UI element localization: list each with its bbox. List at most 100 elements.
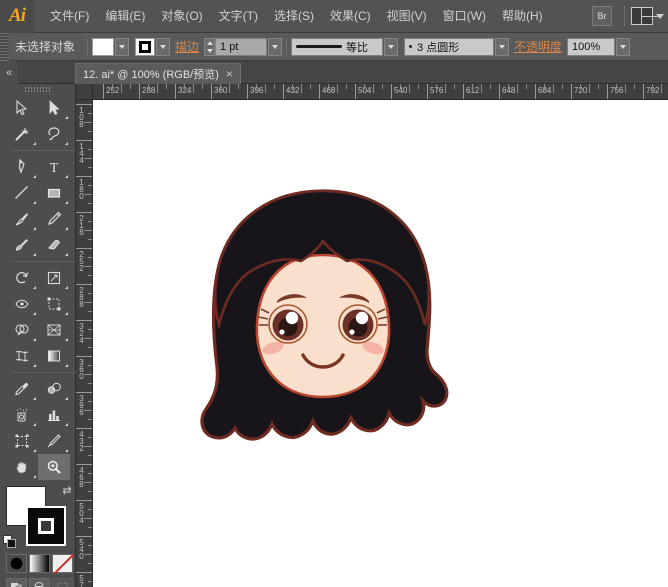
zoom-tool[interactable] xyxy=(38,454,70,480)
menu-effect[interactable]: 效果(C) xyxy=(322,5,379,27)
menu-type[interactable]: 文字(T) xyxy=(211,5,266,27)
blob-brush-tool[interactable] xyxy=(6,232,38,258)
pen-tool[interactable] xyxy=(6,154,38,180)
fill-dropdown-button[interactable] xyxy=(115,38,129,56)
document-tab[interactable]: 12. ai* @ 100% (RGB/预览) × xyxy=(75,63,241,84)
gradient-tool[interactable] xyxy=(38,343,70,369)
rectangle-tool[interactable] xyxy=(38,180,70,206)
right-eye-highlight-small xyxy=(349,329,354,334)
toolbox-grip[interactable] xyxy=(0,84,75,95)
ruler-minor-tick xyxy=(310,84,311,89)
type-tool[interactable]: T xyxy=(38,154,70,180)
cartoon-girl-face-svg xyxy=(173,185,473,455)
stroke-profile-control[interactable]: 等比 xyxy=(291,38,398,56)
rotate-tool[interactable] xyxy=(6,265,38,291)
line-segment-tool[interactable] xyxy=(6,180,38,206)
brush-definition-field[interactable]: 3 点圆形 xyxy=(404,38,494,56)
drawing-mode-buttons xyxy=(0,578,75,587)
menu-window[interactable]: 窗口(W) xyxy=(435,5,494,27)
horizontal-ruler[interactable]: 2522883243603964324685045405766126486847… xyxy=(93,84,668,100)
blend-tool[interactable] xyxy=(38,376,70,402)
default-fill-stroke-icon[interactable] xyxy=(3,535,16,548)
ruler-minor-tick xyxy=(220,84,221,89)
stroke-weight-control[interactable]: 1 pt xyxy=(204,38,282,56)
opacity-label[interactable]: 不透明度 xyxy=(509,38,567,55)
stroke-weight-stepper[interactable] xyxy=(204,38,215,56)
scale-tool[interactable] xyxy=(38,265,70,291)
brush-definition-control[interactable]: 3 点圆形 xyxy=(404,38,509,56)
free-transform-tool[interactable] xyxy=(38,291,70,317)
fill-swatch[interactable] xyxy=(92,38,114,56)
fill-color-control[interactable] xyxy=(92,38,129,56)
draw-behind-button[interactable] xyxy=(29,578,50,587)
eraser-tool[interactable] xyxy=(38,232,70,258)
bridge-icon[interactable]: Br xyxy=(592,6,612,26)
menu-edit[interactable]: 编辑(E) xyxy=(97,5,153,27)
opacity-control[interactable]: 100% xyxy=(567,38,630,56)
menu-item-list: 文件(F) 编辑(E) 对象(O) 文字(T) 选择(S) 效果(C) 视图(V… xyxy=(42,0,551,33)
ruler-minor-tick xyxy=(652,84,653,89)
slice-tool[interactable] xyxy=(38,428,70,454)
control-divider-2 xyxy=(286,38,287,56)
perspective-grid-tool[interactable] xyxy=(38,317,70,343)
control-bar-grip[interactable] xyxy=(0,33,9,61)
ruler-minor-tick xyxy=(616,84,617,89)
tool-divider-3 xyxy=(12,372,76,373)
tool-flyout-indicator xyxy=(33,449,36,452)
ruler-corner[interactable] xyxy=(76,84,93,100)
menu-help[interactable]: 帮助(H) xyxy=(494,5,551,27)
stroke-weight-dropdown-button[interactable] xyxy=(268,38,282,56)
ruler-tick xyxy=(76,248,93,249)
draw-inside-button[interactable] xyxy=(52,578,73,587)
artboard-canvas[interactable] xyxy=(93,100,668,587)
selection-tool[interactable] xyxy=(6,95,38,121)
stroke-profile-field[interactable]: 等比 xyxy=(291,38,383,56)
stroke-profile-dropdown-button[interactable] xyxy=(384,38,398,56)
color-button[interactable] xyxy=(6,554,27,573)
opacity-dropdown-button[interactable] xyxy=(616,38,630,56)
menu-file[interactable]: 文件(F) xyxy=(42,5,97,27)
ruler-minor-tick xyxy=(84,230,93,231)
pencil-tool[interactable] xyxy=(38,206,70,232)
none-button[interactable] xyxy=(52,554,73,573)
menu-view[interactable]: 视图(V) xyxy=(379,5,435,27)
mesh-tool[interactable] xyxy=(6,343,38,369)
shape-builder-tool[interactable] xyxy=(6,317,38,343)
stroke-dropdown-button[interactable] xyxy=(156,38,170,56)
magic-wand-tool[interactable] xyxy=(6,121,38,147)
stroke-label[interactable]: 描边 xyxy=(170,38,204,55)
paintbrush-tool[interactable] xyxy=(6,206,38,232)
cartoon-girl-face-artwork[interactable] xyxy=(173,185,473,455)
eyedropper-tool[interactable] xyxy=(6,376,38,402)
stroke-weight-input[interactable]: 1 pt xyxy=(215,38,267,56)
menu-object[interactable]: 对象(O) xyxy=(153,5,210,27)
vertical-ruler[interactable]: 1081441802162522883243603964324685045405… xyxy=(76,100,93,587)
stroke-swatch[interactable] xyxy=(135,38,155,56)
draw-normal-button[interactable] xyxy=(6,578,27,587)
tool-flyout-indicator xyxy=(33,286,36,289)
stroke-color-control[interactable] xyxy=(135,38,170,56)
column-graph-tool[interactable] xyxy=(38,402,70,428)
collapse-panels-icon[interactable]: « xyxy=(0,61,18,84)
lasso-tool[interactable] xyxy=(38,121,70,147)
ruler-minor-tick xyxy=(337,84,338,93)
artboard-tool[interactable] xyxy=(6,428,38,454)
hand-tool[interactable] xyxy=(6,454,38,480)
brush-definition-dropdown-button[interactable] xyxy=(495,38,509,56)
toolbox-stroke-swatch[interactable] xyxy=(26,506,66,546)
menu-select[interactable]: 选择(S) xyxy=(266,5,322,27)
gradient-button[interactable] xyxy=(29,554,50,573)
ruler-tick xyxy=(76,392,93,393)
arrange-documents-icon[interactable] xyxy=(631,7,653,25)
ruler-minor-tick xyxy=(84,374,93,375)
symbol-sprayer-tool[interactable] xyxy=(6,402,38,428)
width-tool[interactable] xyxy=(6,291,38,317)
direct-selection-tool[interactable] xyxy=(38,95,70,121)
swap-fill-stroke-icon[interactable]: ⇄ xyxy=(60,484,74,498)
opacity-input[interactable]: 100% xyxy=(567,38,615,56)
ruler-minor-tick xyxy=(580,84,581,89)
ruler-tick xyxy=(76,464,93,465)
ruler-tick xyxy=(76,572,93,573)
ruler-tick xyxy=(76,356,93,357)
close-icon[interactable]: × xyxy=(226,68,233,80)
